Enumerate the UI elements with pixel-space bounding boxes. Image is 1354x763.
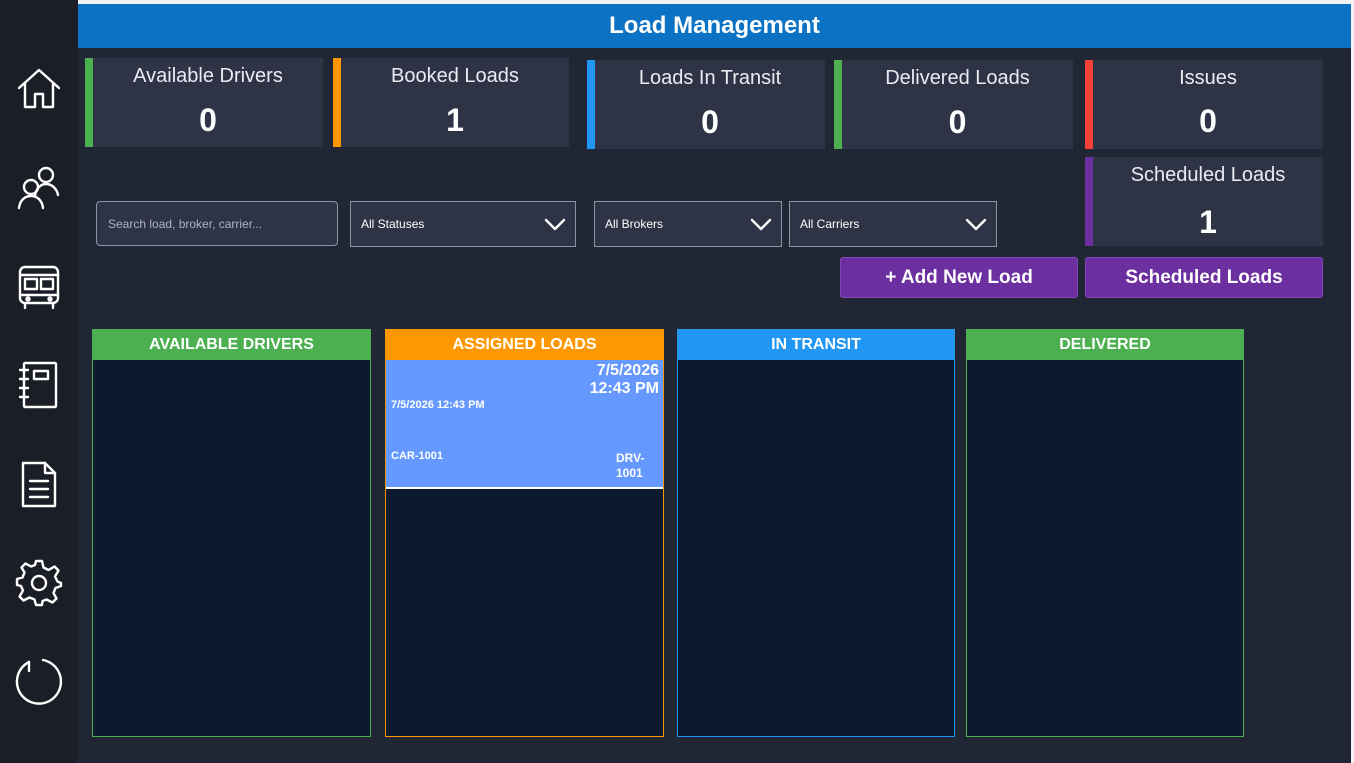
load-card-date: 7/5/2026 — [596, 362, 659, 379]
kpi-label: Issues — [1179, 67, 1237, 89]
notebook-icon[interactable] — [14, 360, 64, 410]
kpi-scheduled-loads: Scheduled Loads 1 — [1085, 157, 1323, 246]
kpi-issues: Issues 0 — [1085, 60, 1323, 149]
column-available-drivers: AVAILABLE DRIVERS — [92, 329, 371, 737]
kpi-label: Scheduled Loads — [1130, 164, 1286, 186]
load-card-driver: DRV-1001 — [616, 451, 645, 480]
broker-filter-value: All Brokers — [605, 217, 664, 231]
column-delivered: DELIVERED — [966, 329, 1244, 737]
column-assigned-loads: ASSIGNED LOADS 7/5/2026 12:43 PM 7/5/202… — [385, 329, 664, 737]
kpi-value: 0 — [948, 104, 967, 140]
chevron-down-icon — [543, 212, 567, 236]
kpi-value: 0 — [1199, 103, 1217, 139]
kpi-booked-loads: Booked Loads 1 — [333, 58, 569, 147]
load-card[interactable]: 7/5/2026 12:43 PM 7/5/2026 12:43 PM CAR-… — [386, 360, 663, 489]
load-card-carrier: CAR-1001 — [391, 450, 443, 462]
load-card-scheduled: 7/5/2026 12:43 PM — [391, 399, 485, 411]
column-in-transit: IN TRANSIT — [677, 329, 955, 737]
column-header: ASSIGNED LOADS — [386, 330, 663, 360]
scheduled-loads-button[interactable]: Scheduled Loads — [1085, 257, 1323, 298]
kpi-available-drivers: Available Drivers 0 — [85, 58, 323, 147]
app-header: Load Management — [78, 4, 1351, 48]
column-header: IN TRANSIT — [678, 330, 954, 360]
kpi-value: 1 — [446, 102, 464, 138]
kpi-label: Loads In Transit — [638, 67, 782, 89]
kpi-value: 0 — [701, 104, 719, 140]
page-title: Load Management — [609, 12, 820, 39]
bus-icon[interactable] — [14, 262, 64, 312]
users-icon[interactable] — [14, 162, 64, 212]
load-card-datetime: 7/5/2026 12:43 PM — [569, 362, 659, 398]
status-filter-value: All Statuses — [361, 217, 425, 231]
carrier-filter-value: All Carriers — [800, 217, 860, 231]
carrier-filter-dropdown[interactable]: All Carriers — [789, 201, 997, 247]
refresh-icon[interactable] — [14, 656, 64, 706]
column-header: DELIVERED — [967, 330, 1243, 360]
kpi-label: Delivered Loads — [885, 67, 1030, 89]
status-filter-dropdown[interactable]: All Statuses — [350, 201, 576, 247]
kpi-loads-in-transit: Loads In Transit 0 — [587, 60, 825, 149]
gear-icon[interactable] — [14, 558, 64, 608]
search-input[interactable] — [96, 201, 338, 246]
chevron-down-icon — [749, 212, 773, 236]
sidebar — [0, 0, 78, 763]
column-header: AVAILABLE DRIVERS — [93, 330, 370, 360]
kpi-label: Booked Loads — [391, 65, 519, 87]
kpi-delivered-loads: Delivered Loads 0 — [834, 60, 1073, 149]
chevron-down-icon — [964, 212, 988, 236]
add-new-load-button[interactable]: + Add New Load — [840, 257, 1078, 298]
load-card-time: 12:43 PM — [589, 380, 659, 397]
kpi-label: Available Drivers — [133, 65, 283, 87]
home-icon[interactable] — [14, 64, 64, 114]
broker-filter-dropdown[interactable]: All Brokers — [594, 201, 782, 247]
document-icon[interactable] — [14, 460, 64, 510]
kpi-value: 1 — [1199, 204, 1217, 240]
kpi-value: 0 — [199, 102, 217, 138]
